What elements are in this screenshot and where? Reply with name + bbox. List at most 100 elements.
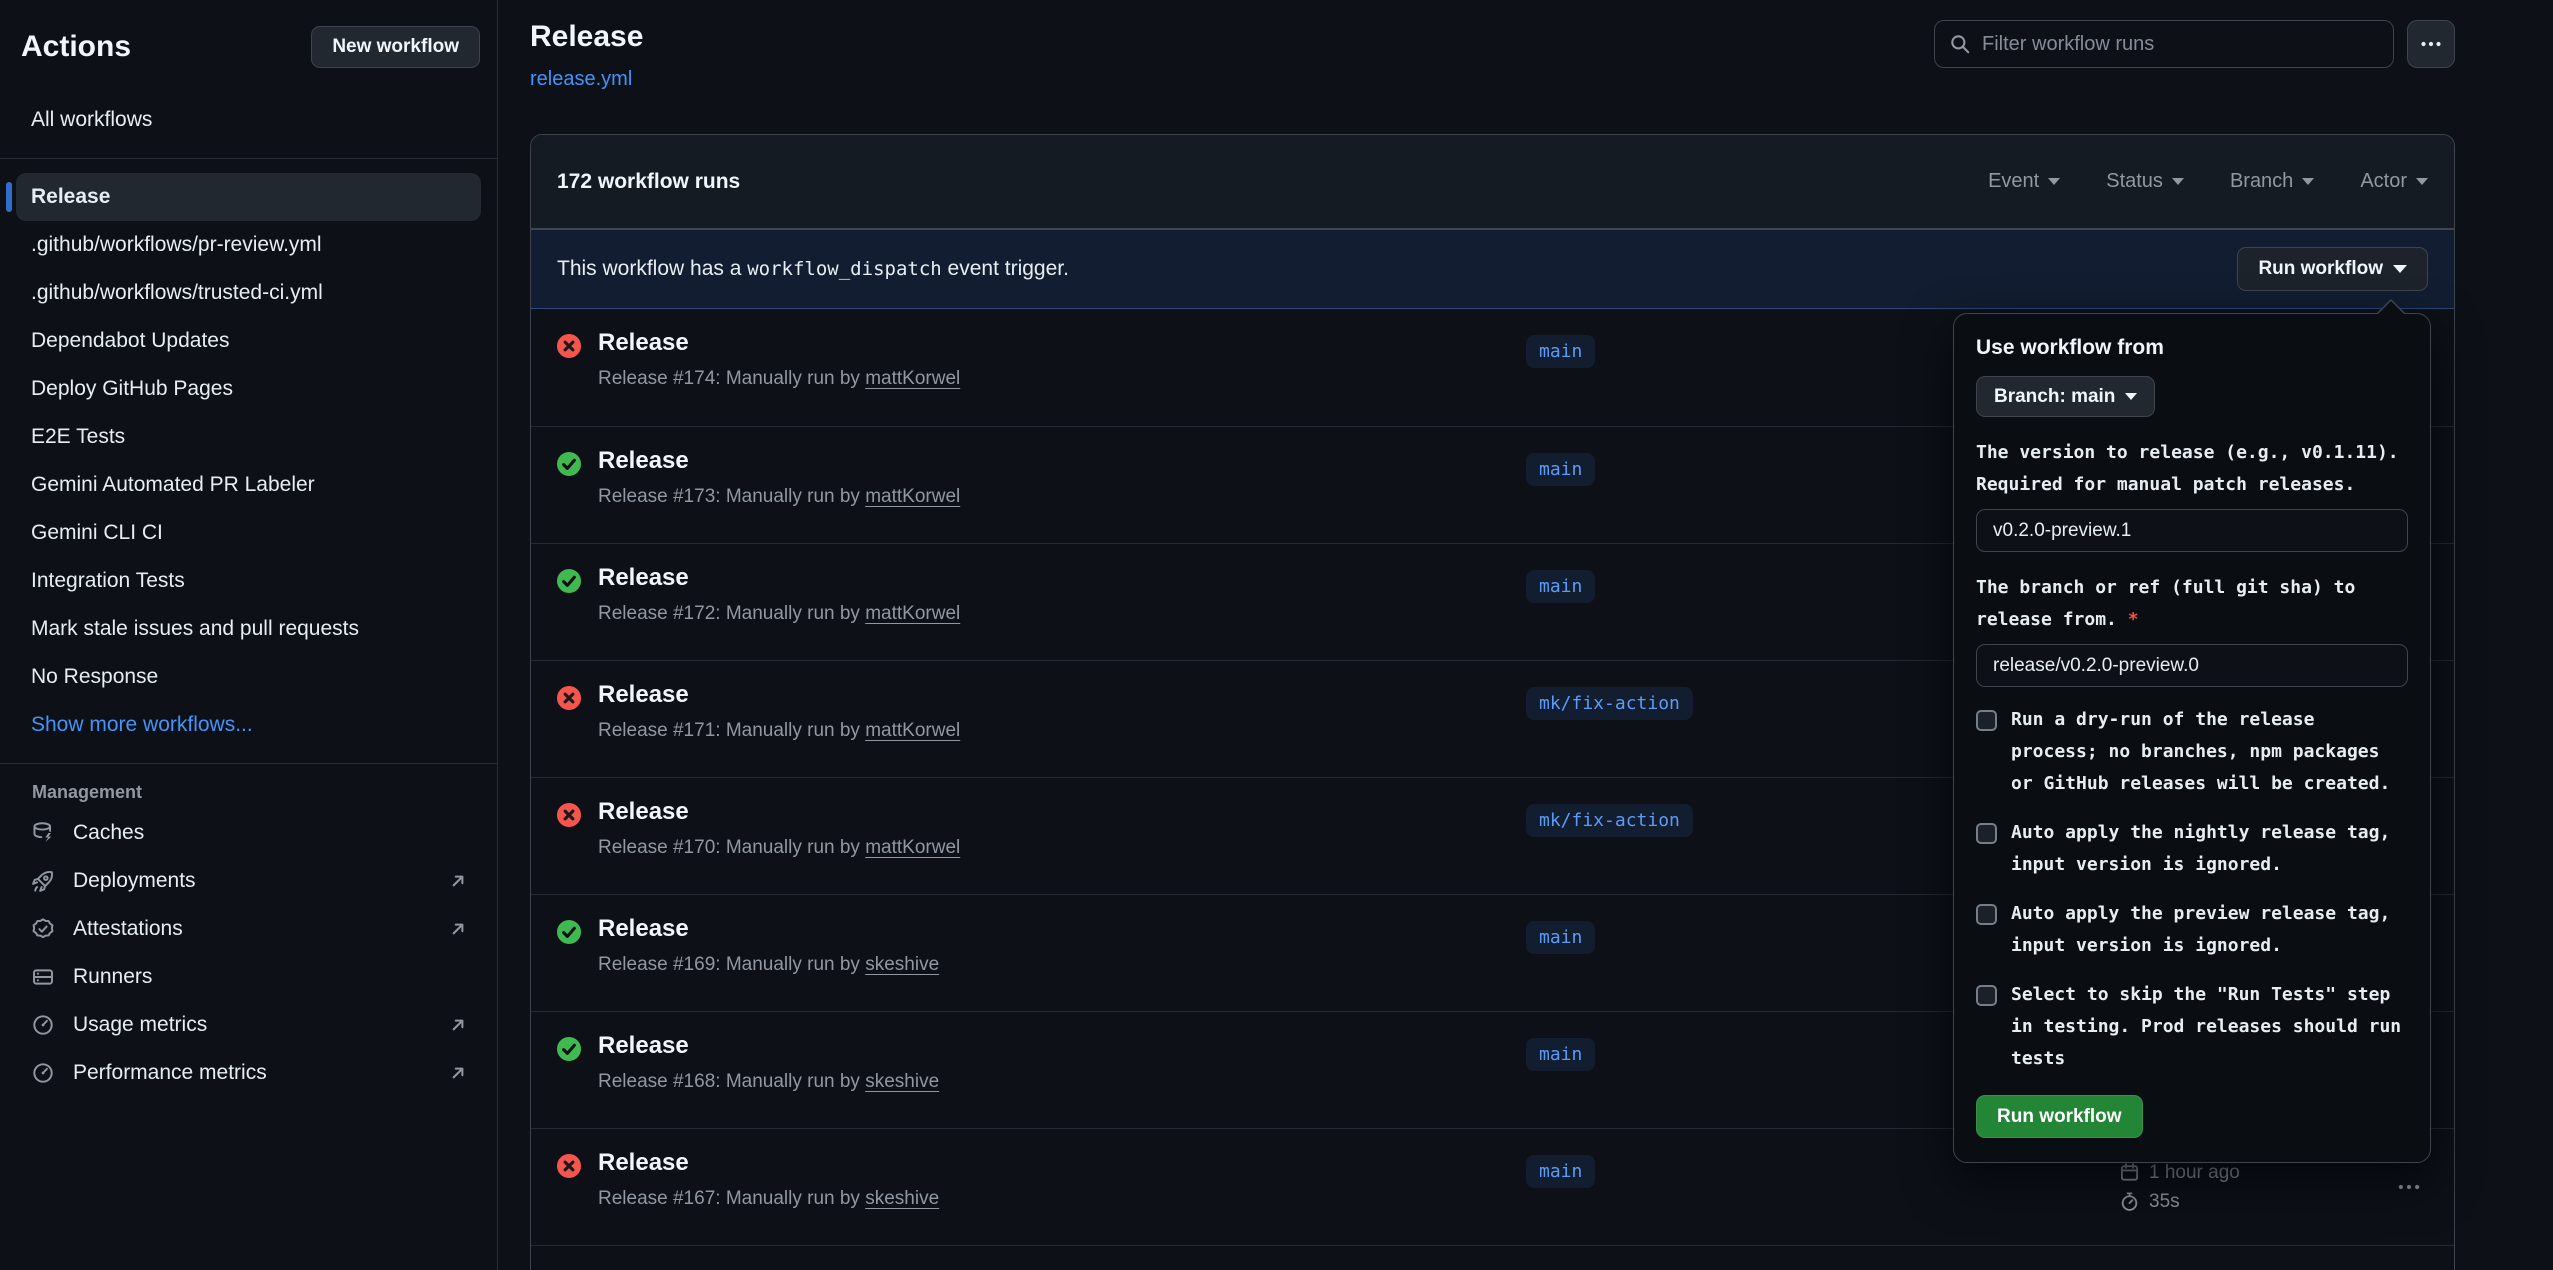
run-title-link[interactable]: Release [598,447,689,475]
filter-dropdown[interactable]: Actor [2360,170,2428,193]
branch-pill[interactable]: main [1526,570,1595,603]
checkbox-label: Auto apply the nightly release tag, inpu… [2011,817,2408,881]
required-asterisk: * [2128,609,2139,630]
run-title-link[interactable]: Release [598,681,689,709]
sidebar-item-workflow[interactable]: Mark stale issues and pull requests [16,605,481,653]
run-description: Release #172: Manually run by mattKorwel [598,603,960,625]
run-title-link[interactable]: Release [598,1149,689,1177]
run-workflow-dropdown-button[interactable]: Run workflow [2237,247,2428,291]
checkbox-row: Select to skip the "Run Tests" step in t… [1976,979,2408,1075]
filter-dropdown-label: Event [1988,170,2039,193]
runs-count: 172 workflow runs [557,170,740,194]
branch-pill[interactable]: main [1526,1155,1595,1188]
filter-runs-input[interactable] [1982,33,2379,56]
sidebar-item-workflow[interactable]: Deploy GitHub Pages [16,365,481,413]
sidebar-item-management[interactable]: Attestations [16,905,481,953]
workflow-label: Deploy GitHub Pages [31,377,233,401]
actor-link[interactable]: mattKorwel [865,603,960,624]
page-title: Release [530,20,643,54]
workflow-label: E2E Tests [31,425,125,449]
workflow-dispatch-code: workflow_dispatch [747,258,941,280]
run-description: Release #167: Manually run by skeshive [598,1188,939,1210]
management-icon [31,821,55,845]
workflow-dispatch-banner: This workflow has a workflow_dispatch ev… [531,229,2454,309]
runs-filters: Event Status Branch Actor [1988,170,2428,193]
stopwatch-icon [2119,1191,2140,1212]
management-section-label: Management [32,782,481,803]
management-label: Deployments [73,869,196,893]
sidebar-item-workflow[interactable]: No Response [16,653,481,701]
sidebar-item-management[interactable]: Runners [16,953,481,1001]
sidebar-item-management[interactable]: Deployments [16,857,481,905]
run-duration: 35s [2149,1191,2180,1213]
sidebar-item-workflow[interactable]: Dependabot Updates [16,317,481,365]
management-icon [31,869,55,893]
sidebar-header: Actions New workflow [0,22,497,72]
checkbox[interactable] [1976,823,1997,844]
success-icon [556,451,582,477]
checkbox[interactable] [1976,904,1997,925]
success-icon [556,1036,582,1062]
sidebar-item-workflow[interactable]: Integration Tests [16,557,481,605]
filter-dropdown[interactable]: Branch [2230,170,2314,193]
chevron-down-icon [2393,265,2407,273]
checkbox[interactable] [1976,710,1997,731]
sidebar-item-workflow[interactable]: Gemini CLI CI [16,509,481,557]
checkbox-row: Auto apply the nightly release tag, inpu… [1976,817,2408,881]
actor-link[interactable]: skeshive [865,1071,939,1092]
sidebar-divider [0,158,497,159]
filter-dropdown[interactable]: Status [2106,170,2184,193]
branch-pill[interactable]: main [1526,335,1595,368]
external-link-icon [448,871,468,891]
external-link-icon [448,919,468,939]
filter-dropdown-label: Branch [2230,170,2293,193]
actor-link[interactable]: mattKorwel [865,486,960,507]
show-more-workflows-link[interactable]: Show more workflows... [16,701,481,749]
actor-link[interactable]: mattKorwel [865,720,960,741]
sidebar-item-workflow[interactable]: Release [16,173,481,221]
chevron-down-icon [2048,178,2060,185]
filter-runs-search[interactable] [1934,20,2394,68]
sidebar-item-management[interactable]: Performance metrics [16,1049,481,1097]
actor-link[interactable]: mattKorwel [865,837,960,858]
branch-pill[interactable]: main [1526,1038,1595,1071]
run-kebab-button[interactable] [2394,1172,2424,1202]
management-icon [31,965,55,989]
sidebar-item-management[interactable]: Caches [16,809,481,857]
version-input[interactable] [1976,509,2408,552]
sidebar-item-management[interactable]: Usage metrics [16,1001,481,1049]
run-title-link[interactable]: Release [598,798,689,826]
filter-dropdown-label: Status [2106,170,2163,193]
filter-dropdown[interactable]: Event [1988,170,2060,193]
calendar-icon [2119,1162,2140,1183]
checkbox-row: Auto apply the preview release tag, inpu… [1976,898,2408,962]
workflow-file-link[interactable]: release.yml [530,68,643,91]
sidebar-item-workflow[interactable]: .github/workflows/trusted-ci.yml [16,269,481,317]
workflow-label: Release [31,185,110,209]
actor-link[interactable]: skeshive [865,1188,939,1209]
run-title-link[interactable]: Release [598,564,689,592]
more-options-button[interactable] [2407,20,2455,68]
run-time: 1 hour ago [2149,1162,2240,1184]
ref-input[interactable] [1976,644,2408,687]
run-title-link[interactable]: Release [598,329,689,357]
management-icon [31,1013,55,1037]
checkbox[interactable] [1976,985,1997,1006]
branch-pill[interactable]: main [1526,921,1595,954]
sidebar-item-all-workflows[interactable]: All workflows [16,96,481,144]
sidebar-item-workflow[interactable]: E2E Tests [16,413,481,461]
actor-link[interactable]: mattKorwel [865,368,960,389]
run-workflow-submit-button[interactable]: Run workflow [1976,1095,2143,1138]
actor-link[interactable]: skeshive [865,954,939,975]
checkbox-label: Auto apply the preview release tag, inpu… [2011,898,2408,962]
branch-pill[interactable]: main [1526,453,1595,486]
branch-select-button[interactable]: Branch: main [1976,376,2155,417]
branch-pill[interactable]: mk/fix-action [1526,804,1693,837]
branch-pill[interactable]: mk/fix-action [1526,687,1693,720]
sidebar-item-workflow[interactable]: .github/workflows/pr-review.yml [16,221,481,269]
sidebar-item-workflow[interactable]: Gemini Automated PR Labeler [16,461,481,509]
new-workflow-button[interactable]: New workflow [311,26,480,68]
run-title-link[interactable]: Release [598,915,689,943]
run-title-link[interactable]: Release [598,1032,689,1060]
workflow-label: .github/workflows/trusted-ci.yml [31,281,323,305]
